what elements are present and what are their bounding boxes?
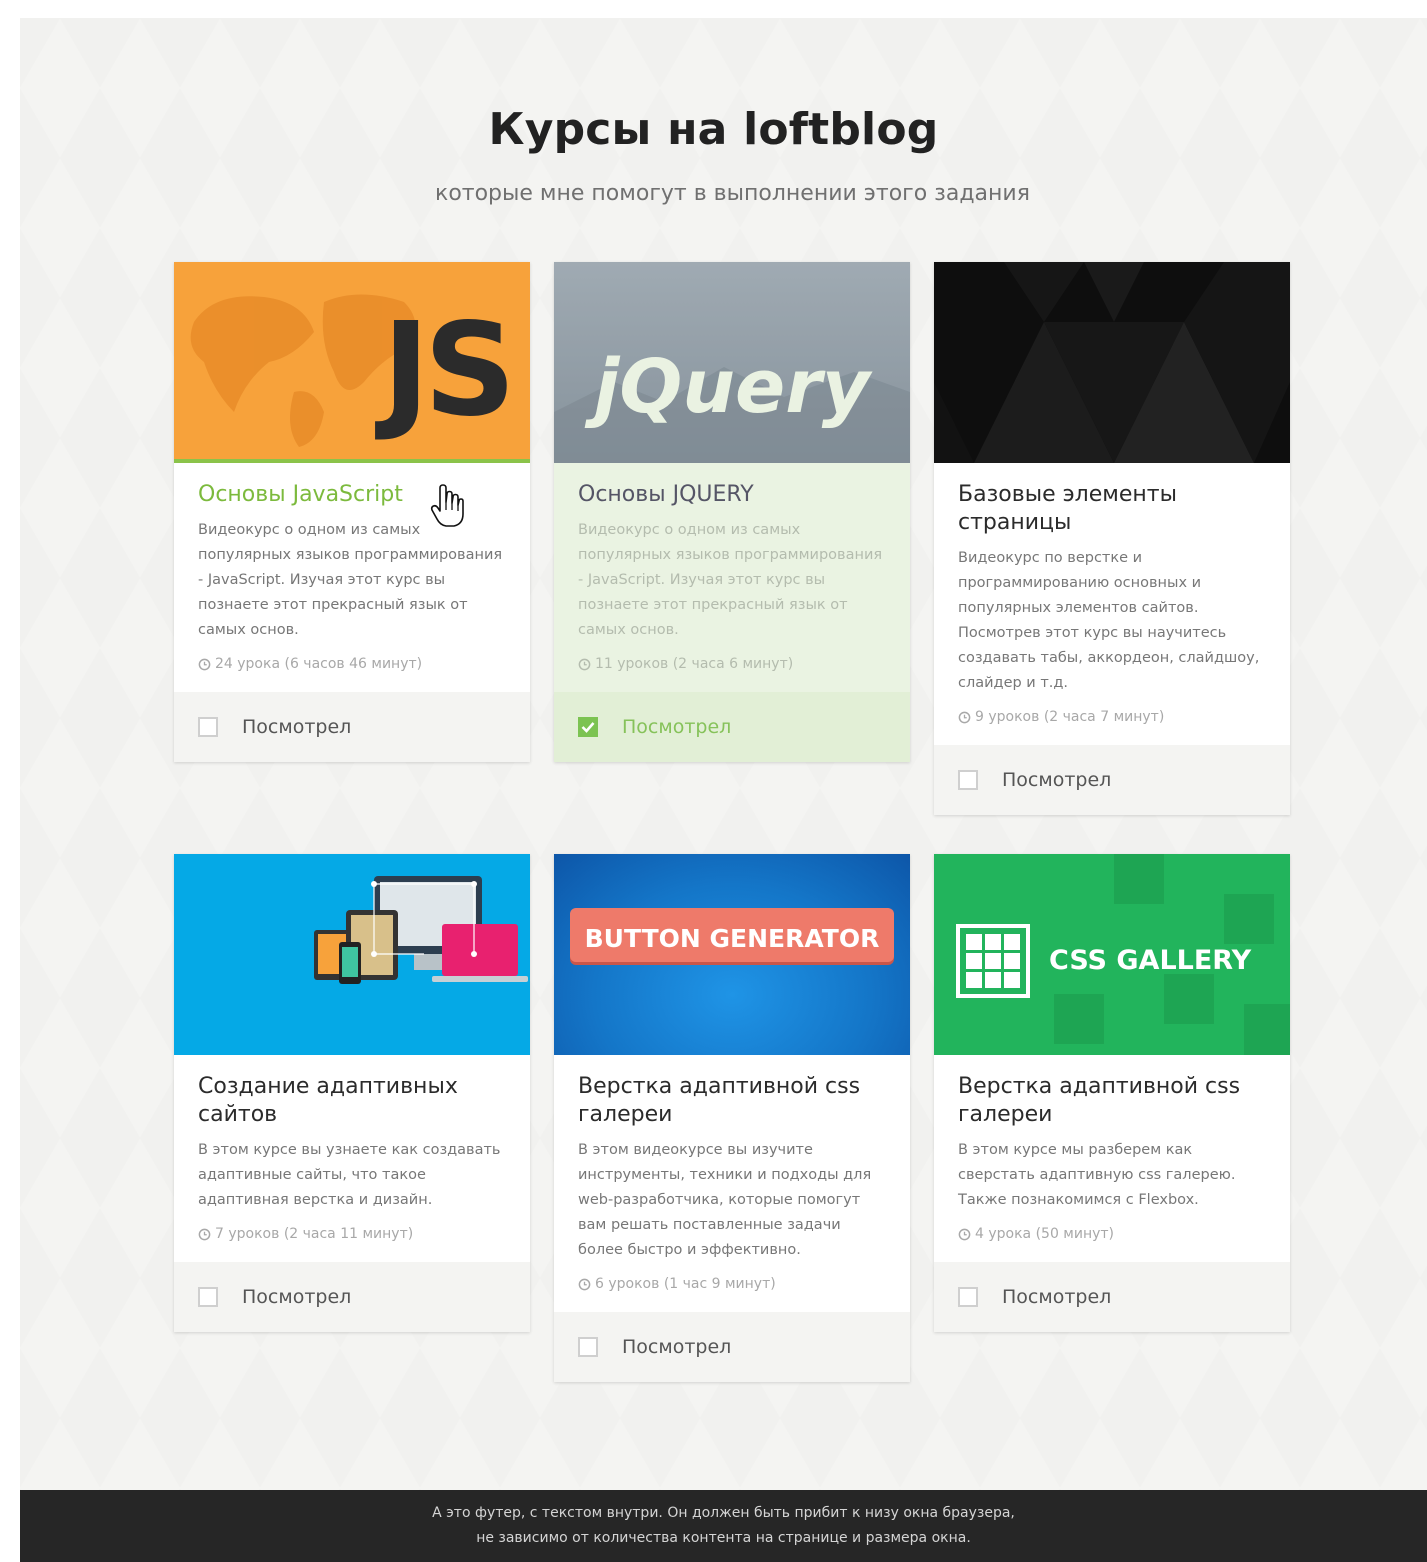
watched-row[interactable]: Посмотрел — [174, 1262, 530, 1332]
clock-icon — [198, 1228, 211, 1240]
course-card-css-gallery[interactable]: CSS GALLERY Верстка адаптивной css галер… — [934, 854, 1290, 1332]
course-duration: 24 урока (6 часов 46 минут) — [215, 656, 423, 672]
clock-icon — [578, 1278, 591, 1290]
mountain-background: jQuery — [554, 344, 910, 463]
course-thumbnail-dark — [934, 262, 1290, 463]
watched-checkbox[interactable] — [198, 1287, 218, 1307]
watched-row[interactable]: Посмотрел — [554, 692, 910, 762]
course-thumbnail-button-generator: BUTTON GENERATOR — [554, 854, 910, 1055]
course-description: Видеокурс по верстке и программированию … — [958, 550, 1260, 691]
watched-label[interactable]: Посмотрел — [1002, 1286, 1111, 1308]
course-title[interactable]: Базовые элементы страницы — [958, 481, 1266, 537]
course-description: Видеокурс о одном из самых популярных яз… — [198, 522, 503, 638]
watched-checkbox[interactable] — [578, 717, 598, 737]
course-duration: 4 урока (50 минут) — [975, 1226, 1115, 1242]
course-duration: 7 уроков (2 часа 11 минут) — [215, 1226, 414, 1242]
watched-checkbox[interactable] — [198, 717, 218, 737]
course-card-adaptive-sites[interactable]: Создание адаптивных сайтов В этом курсе … — [174, 854, 530, 1332]
course-meta: 4 урока (50 минут) — [958, 1224, 1266, 1244]
footer-text-line-2: не зависимо от количества контента на ст… — [476, 1530, 971, 1546]
grid-icon — [956, 924, 1030, 998]
watched-row[interactable]: Посмотрел — [934, 745, 1290, 815]
button-generator-text: BUTTON GENERATOR — [585, 924, 880, 953]
course-description: Видеокурс о одном из самых популярных яз… — [578, 522, 883, 638]
clock-icon — [578, 658, 591, 670]
clock-icon — [958, 1228, 971, 1240]
world-map-icon: JS — [190, 294, 516, 447]
page-subtitle: которые мне помогут в выполнении этого з… — [435, 181, 1030, 206]
button-generator-graphic: BUTTON GENERATOR — [570, 908, 894, 965]
course-meta: 9 уроков (2 часа 7 минут) — [958, 707, 1266, 727]
course-card-javascript[interactable]: JS Основы JavaScript Видеокурс о одном и… — [174, 262, 530, 762]
course-description: В этом курсе мы разберем как сверстать а… — [958, 1142, 1236, 1208]
devices-icon — [314, 876, 528, 984]
course-meta: 7 уроков (2 часа 11 минут) — [198, 1224, 506, 1244]
course-card-button-generator[interactable]: BUTTON GENERATOR Верстка адаптивной css … — [554, 854, 910, 1382]
watched-checkbox[interactable] — [958, 1287, 978, 1307]
clock-icon — [198, 658, 211, 670]
course-meta: 6 уроков (1 час 9 минут) — [578, 1274, 886, 1294]
jquery-logo-text: jQuery — [584, 344, 873, 430]
checkmark-icon — [581, 722, 595, 733]
course-duration: 9 уроков (2 часа 7 минут) — [975, 709, 1165, 725]
watched-checkbox[interactable] — [578, 1337, 598, 1357]
course-thumbnail-devices — [174, 854, 530, 1055]
course-duration: 11 уроков (2 часа 6 минут) — [595, 656, 794, 672]
hand-cursor-icon — [430, 484, 464, 527]
footer-text-line-1: А это футер, с текстом внутри. Он должен… — [432, 1505, 1015, 1521]
course-meta: 11 уроков (2 часа 6 минут) — [578, 654, 886, 674]
course-description: В этом видеокурсе вы изучите инструменты… — [578, 1142, 872, 1258]
course-card-base-elements[interactable]: Базовые элементы страницы Видеокурс по в… — [934, 262, 1290, 815]
clock-icon — [958, 711, 971, 723]
watched-row[interactable]: Посмотрел — [934, 1262, 1290, 1332]
css-gallery-graphic: CSS GALLERY — [956, 854, 1290, 1055]
triangle-pattern — [934, 262, 1290, 463]
course-title[interactable]: Верстка адаптивной css галереи — [958, 1073, 1266, 1129]
page-title: Курсы на loftblog — [488, 104, 939, 155]
watched-label[interactable]: Посмотрел — [622, 716, 731, 738]
course-title[interactable]: Основы JQUERY — [578, 481, 886, 509]
watched-label[interactable]: Посмотрел — [242, 716, 351, 738]
course-thumbnail-jquery: jQuery — [554, 262, 910, 463]
course-description: В этом курсе вы узнаете как создавать ад… — [198, 1142, 501, 1208]
js-logo-text: JS — [374, 296, 510, 445]
watched-row[interactable]: Посмотрел — [554, 1312, 910, 1382]
watched-label[interactable]: Посмотрел — [242, 1286, 351, 1308]
watched-row[interactable]: Посмотрел — [174, 692, 530, 762]
watched-label[interactable]: Посмотрел — [622, 1336, 731, 1358]
watched-label[interactable]: Посмотрел — [1002, 769, 1111, 791]
course-duration: 6 уроков (1 час 9 минут) — [595, 1276, 776, 1292]
course-thumbnail-js: JS — [174, 262, 530, 463]
course-title[interactable]: Создание адаптивных сайтов — [198, 1073, 506, 1129]
page-footer: А это футер, с текстом внутри. Он должен… — [20, 1490, 1427, 1562]
course-card-jquery[interactable]: jQuery Основы JQUERY Видеокурс о одном и… — [554, 262, 910, 762]
css-gallery-text: CSS GALLERY — [1049, 945, 1252, 976]
course-title[interactable]: Верстка адаптивной css галереи — [578, 1073, 886, 1129]
course-meta: 24 урока (6 часов 46 минут) — [198, 654, 506, 674]
watched-checkbox[interactable] — [958, 770, 978, 790]
course-thumbnail-css-gallery: CSS GALLERY — [934, 854, 1290, 1055]
